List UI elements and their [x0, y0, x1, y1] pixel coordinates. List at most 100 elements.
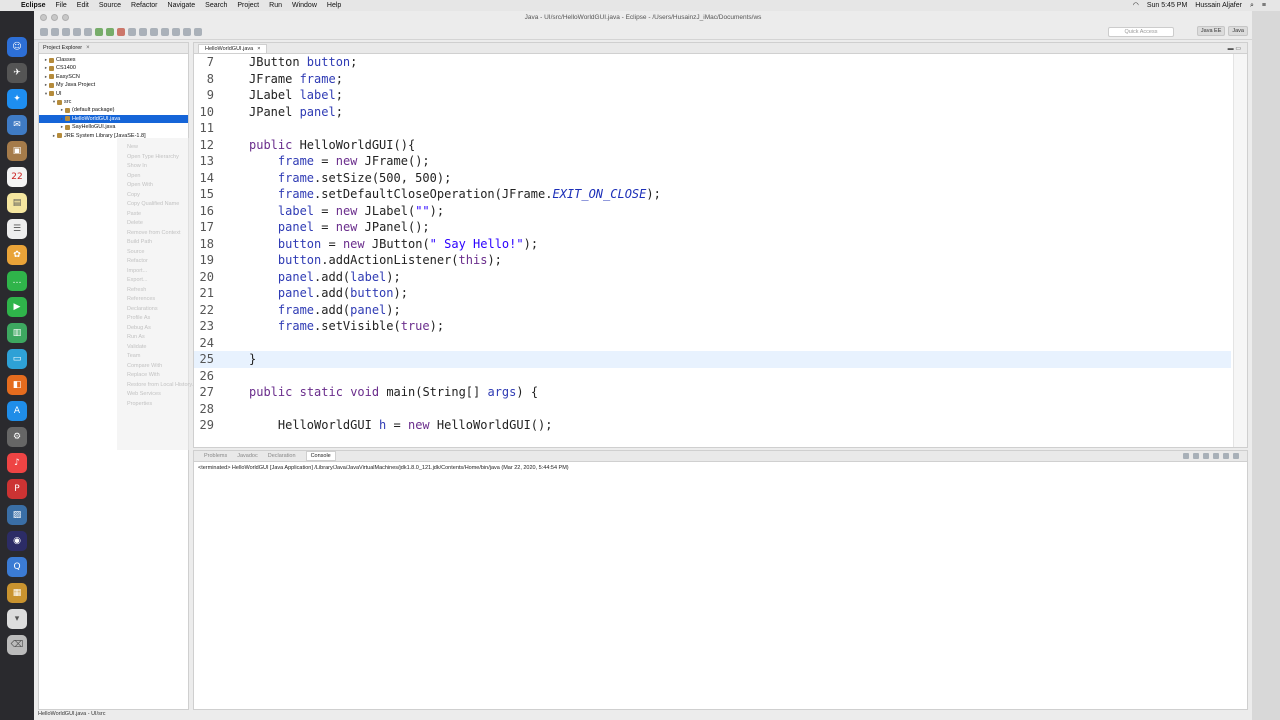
- new-class-icon[interactable]: [150, 27, 158, 36]
- new-package-icon[interactable]: [139, 27, 147, 36]
- menu-source[interactable]: Source: [94, 0, 126, 11]
- eclipse-icon[interactable]: ◉: [7, 531, 27, 551]
- code-line[interactable]: 19 button.addActionListener(this);: [194, 252, 1231, 269]
- new-icon[interactable]: [40, 27, 48, 36]
- tree-item[interactable]: ▸ CS1400: [39, 64, 188, 72]
- menu-edit[interactable]: Edit: [72, 0, 94, 11]
- code-line[interactable]: 11: [194, 120, 1231, 137]
- code-line[interactable]: 15 frame.setDefaultCloseOperation(JFrame…: [194, 186, 1231, 203]
- perspective-java[interactable]: Java: [1228, 26, 1248, 36]
- tree-item[interactable]: ▾ UI: [39, 90, 188, 98]
- code-line[interactable]: 17 panel = new JPanel();: [194, 219, 1231, 236]
- zoom-window-button[interactable]: [62, 14, 69, 21]
- finder-icon[interactable]: ☺: [7, 37, 27, 57]
- terminate-icon[interactable]: [1183, 453, 1189, 459]
- print-icon[interactable]: [73, 27, 81, 36]
- powerpoint-icon[interactable]: P: [7, 479, 27, 499]
- photos-icon[interactable]: ✿: [7, 245, 27, 265]
- app-store-icon[interactable]: A: [7, 401, 27, 421]
- external-tools-icon[interactable]: [117, 27, 125, 36]
- code-line[interactable]: 25}: [194, 351, 1231, 368]
- code-line[interactable]: 13 frame = new JFrame();: [194, 153, 1231, 170]
- menu-app-eclipse[interactable]: Eclipse: [16, 0, 51, 11]
- back-icon[interactable]: [183, 27, 191, 36]
- launchpad-icon[interactable]: ✈: [7, 63, 27, 83]
- code-line[interactable]: 24: [194, 335, 1231, 352]
- minimize-window-button[interactable]: [51, 14, 58, 21]
- save-all-icon[interactable]: [62, 27, 70, 36]
- code-line[interactable]: 29 HelloWorldGUI h = new HelloWorldGUI()…: [194, 417, 1231, 434]
- code-line[interactable]: 10 JPanel panel;: [194, 104, 1231, 121]
- menu-file[interactable]: File: [51, 0, 72, 11]
- menubar-clock[interactable]: Sun 5:45 PM: [1147, 0, 1187, 11]
- menu-refactor[interactable]: Refactor: [126, 0, 162, 11]
- numbers-icon[interactable]: ▥: [7, 323, 27, 343]
- code-line[interactable]: 8 JFrame frame;: [194, 71, 1231, 88]
- menubar-user[interactable]: Hussain Aljafer: [1195, 0, 1242, 11]
- reminders-icon[interactable]: ☰: [7, 219, 27, 239]
- contacts-icon[interactable]: ▣: [7, 141, 27, 161]
- open-type-icon[interactable]: [161, 27, 169, 36]
- trash-icon[interactable]: ⌫: [7, 635, 27, 655]
- code-line[interactable]: 21 panel.add(button);: [194, 285, 1231, 302]
- notes-icon[interactable]: ▤: [7, 193, 27, 213]
- preview-icon[interactable]: ▨: [7, 505, 27, 525]
- tree-item[interactable]: ▸ Classes: [39, 56, 188, 64]
- code-line[interactable]: 18 button = new JButton(" Say Hello!");: [194, 236, 1231, 253]
- search-icon[interactable]: [172, 27, 180, 36]
- tab-declaration[interactable]: Declaration: [268, 453, 296, 459]
- close-icon[interactable]: ×: [86, 45, 90, 51]
- debug-icon[interactable]: [95, 27, 103, 36]
- run-icon[interactable]: [106, 27, 114, 36]
- save-icon[interactable]: [51, 27, 59, 36]
- forward-icon[interactable]: [194, 27, 202, 36]
- downloads-icon[interactable]: ▾: [7, 609, 27, 629]
- code-line[interactable]: 7 JButton button;: [194, 54, 1231, 71]
- tree-item[interactable]: ▸ SayHelloGUI.java: [39, 123, 188, 131]
- quick-access-input[interactable]: Quick Access: [1108, 27, 1174, 37]
- build-icon[interactable]: [84, 27, 92, 36]
- tree-item[interactable]: ▸ My Java Project: [39, 81, 188, 89]
- archive-icon[interactable]: ▦: [7, 583, 27, 603]
- tab-javadoc[interactable]: Javadoc: [237, 453, 258, 459]
- code-line[interactable]: 23 frame.setVisible(true);: [194, 318, 1231, 335]
- project-explorer-tab[interactable]: Project Explorer: [43, 45, 82, 51]
- close-icon[interactable]: ×: [257, 46, 260, 52]
- menu-help[interactable]: Help: [322, 0, 346, 11]
- remove-launch-icon[interactable]: [1193, 453, 1199, 459]
- code-line[interactable]: 9 JLabel label;: [194, 87, 1231, 104]
- tree-item[interactable]: ▸ HelloWorldGUI.java: [39, 114, 188, 124]
- editor-scrollbar[interactable]: [1233, 54, 1247, 447]
- tree-item[interactable]: ▾ src: [39, 98, 188, 106]
- code-area[interactable]: 7 JButton button; 8 JFrame frame; 9 JLabel la…: [194, 54, 1231, 434]
- menu-window[interactable]: Window: [287, 0, 322, 11]
- clear-console-icon[interactable]: [1203, 453, 1209, 459]
- menu-list-icon[interactable]: ≡: [1262, 0, 1266, 11]
- tree-item[interactable]: ▸ (default package): [39, 106, 188, 114]
- music-icon[interactable]: ♪: [7, 453, 27, 473]
- calendar-icon[interactable]: 22: [7, 167, 27, 187]
- window-titlebar[interactable]: Java - UI/src/HelloWorldGUI.java - Eclip…: [34, 11, 1252, 24]
- code-line[interactable]: 22 frame.add(panel);: [194, 302, 1231, 319]
- code-line[interactable]: 26: [194, 368, 1231, 385]
- scroll-lock-icon[interactable]: [1213, 453, 1219, 459]
- menu-project[interactable]: Project: [232, 0, 264, 11]
- safari-icon[interactable]: ✦: [7, 89, 27, 109]
- perspective-java-ee[interactable]: Java EE: [1196, 26, 1226, 36]
- wifi-icon[interactable]: ◠: [1133, 0, 1139, 11]
- mail-icon[interactable]: ✉: [7, 115, 27, 135]
- messages-icon[interactable]: …: [7, 271, 27, 291]
- spotlight-icon[interactable]: ⌕: [1250, 0, 1254, 11]
- editor-tab-helloworldgui[interactable]: HelloWorldGUI.java ×: [198, 44, 268, 53]
- code-line[interactable]: 16 label = new JLabel("");: [194, 203, 1231, 220]
- tree-item[interactable]: ▸ EasySCN: [39, 73, 188, 81]
- close-window-button[interactable]: [40, 14, 47, 21]
- new-java-project-icon[interactable]: [128, 27, 136, 36]
- pin-console-icon[interactable]: [1223, 453, 1229, 459]
- menu-search[interactable]: Search: [200, 0, 232, 11]
- code-line[interactable]: 28: [194, 401, 1231, 418]
- editor-window-controls[interactable]: ▬ ▭: [1228, 45, 1241, 52]
- books-icon[interactable]: ◧: [7, 375, 27, 395]
- tab-problems[interactable]: Problems: [204, 453, 227, 459]
- tab-console[interactable]: Console: [305, 451, 336, 461]
